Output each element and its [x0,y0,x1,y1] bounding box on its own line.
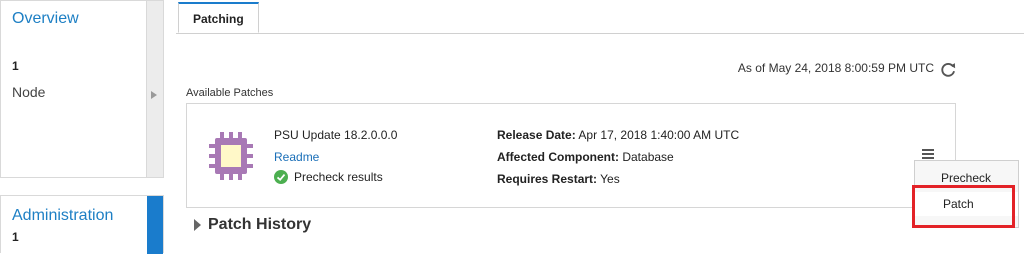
highlight-annotation-box [912,185,1015,228]
release-date-value: Apr 17, 2018 1:40:00 AM UTC [578,128,740,142]
patch-history-toggle[interactable]: Patch History [194,216,311,234]
precheck-results-label: Precheck results [294,170,383,184]
patch-name: PSU Update 18.2.0.0.0 [274,128,398,142]
readme-link[interactable]: Readme [274,150,319,164]
precheck-results[interactable]: Precheck results [274,170,383,184]
affected-component-value: Database [622,150,674,164]
menu-item-precheck-label: Precheck [941,171,992,185]
administration-title[interactable]: Administration [12,207,113,225]
available-patches-heading: Available Patches [186,87,274,99]
tab-bar: Patching [176,0,1024,34]
affected-component-label: Affected Component: [497,150,619,164]
release-date-label: Release Date: [497,128,576,142]
requires-restart-label: Requires Restart: [497,172,598,186]
last-updated-timestamp: As of May 24, 2018 8:00:59 PM UTC [737,61,934,75]
expand-arrow-icon [194,219,201,231]
selected-indicator [147,196,163,254]
overview-title[interactable]: Overview [12,10,79,28]
release-date: Release Date: Apr 17, 2018 1:40:00 AM UT… [497,128,739,142]
expand-panel-handle[interactable] [146,1,163,177]
administration-panel[interactable]: Administration 1 [0,195,164,254]
requires-restart: Requires Restart: Yes [497,172,620,186]
affected-component: Affected Component: Database [497,150,674,164]
chevron-right-icon [151,91,157,99]
chip-icon [209,132,253,180]
main-content: Patching As of May 24, 2018 8:00:59 PM U… [176,0,1024,253]
administration-count: 1 [12,230,19,244]
node-label: Node [12,84,46,100]
refresh-icon[interactable] [940,61,957,78]
overview-panel[interactable]: Overview 1 Node [0,0,164,178]
patch-card: PSU Update 18.2.0.0.0 Readme Precheck re… [186,103,956,208]
tab-patching[interactable]: Patching [178,2,259,33]
node-count: 1 [12,59,19,73]
patch-history-label: Patch History [208,216,312,233]
check-circle-icon [274,170,288,184]
requires-restart-value: Yes [600,172,620,186]
